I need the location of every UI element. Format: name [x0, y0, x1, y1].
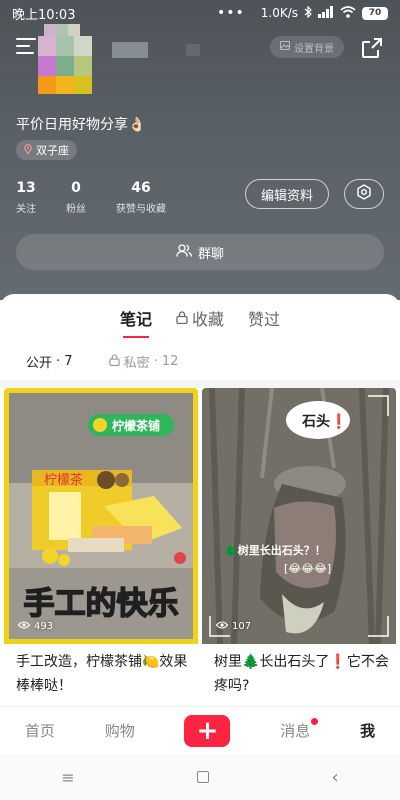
note-title[interactable]: 手工改造，柠檬茶铺🍋效果棒棒哒！: [16, 650, 192, 698]
stat-value: 46: [131, 180, 151, 196]
eye-icon: [215, 621, 229, 632]
eye-icon: [17, 621, 31, 632]
create-post-button[interactable]: +: [184, 714, 231, 747]
stat-label: 关注: [16, 204, 36, 215]
battery-icon: 70: [362, 6, 388, 20]
stat-likes[interactable]: 46 获赞与收藏: [116, 180, 166, 215]
cover-tag: 石头❗: [301, 413, 347, 430]
tab-liked[interactable]: 赞过: [248, 306, 280, 330]
username: [112, 42, 148, 58]
system-nav-bar: ≡ ‹: [0, 754, 400, 800]
bottom-nav: 首页 购物 + 消息 我: [0, 706, 400, 754]
cover-caption: 🌲树里长出石头？！: [224, 543, 326, 557]
home-square-icon[interactable]: [197, 771, 210, 783]
view-count-value: 107: [232, 621, 252, 632]
group-chat-button[interactable]: 群聊: [16, 234, 384, 270]
cover-tag: 柠檬茶铺: [112, 418, 160, 433]
back-arrow-icon[interactable]: ‹: [332, 767, 339, 788]
status-dots: •••: [216, 5, 245, 21]
visibility-filter: 公开 · 7 私密 · 12: [26, 352, 178, 371]
group-chat-label: 群聊: [197, 246, 224, 262]
nav-shop[interactable]: 购物: [105, 720, 135, 741]
filter-label: 公开: [26, 356, 53, 371]
stats: 13 关注 0 粉丝 46 获赞与收藏: [16, 180, 196, 215]
network-speed: 1.0K/s: [260, 6, 298, 20]
wifi-icon: [340, 5, 356, 21]
edit-profile-button[interactable]: 编辑资料: [245, 179, 329, 209]
filter-public[interactable]: 公开 · 7: [26, 352, 73, 371]
cover-caption: 手工的快乐: [24, 586, 179, 622]
view-count: 107: [215, 621, 252, 632]
zodiac-tag: 双子座: [16, 140, 77, 160]
note-title[interactable]: 树里🌲长出石头了❗️它不会疼吗?: [214, 650, 390, 698]
nav-messages-label: 消息: [280, 722, 311, 740]
filter-count: · 7: [56, 354, 73, 369]
tab-label: 赞过: [248, 310, 281, 329]
lock-icon: [108, 353, 120, 370]
avatar[interactable]: [38, 18, 94, 96]
nav-home[interactable]: 首页: [25, 720, 55, 741]
set-background-button[interactable]: 设置背景: [270, 36, 344, 58]
share-icon[interactable]: [360, 36, 384, 60]
username-suffix: [186, 44, 200, 56]
unread-badge: [311, 718, 319, 725]
stat-followers[interactable]: 0 粉丝: [66, 180, 86, 215]
nav-me[interactable]: 我: [360, 720, 375, 741]
stat-following[interactable]: 13 关注: [16, 180, 36, 215]
section-divider: [0, 380, 400, 388]
filter-label: 私密: [123, 356, 150, 371]
tab-label: 笔记: [119, 310, 152, 329]
lock-icon: [176, 309, 188, 328]
stat-value: 0: [71, 180, 81, 196]
tab-collections[interactable]: 收藏: [176, 306, 224, 330]
filter-private[interactable]: 私密 · 12: [108, 352, 179, 371]
location-pin-icon: [24, 143, 32, 157]
stat-label: 获赞与收藏: [116, 204, 166, 215]
note-card[interactable]: 柠檬茶 柠檬茶铺 手工的快乐 493 手工改造，柠檬茶铺🍋效果棒棒哒！: [4, 388, 198, 718]
filter-count: · 12: [153, 354, 179, 369]
nav-messages[interactable]: 消息: [280, 718, 319, 741]
set-background-label: 设置背景: [294, 43, 334, 55]
tab-label: 收藏: [191, 310, 224, 329]
group-icon: [176, 243, 193, 261]
note-cover-image[interactable]: 柠檬茶 柠檬茶铺 手工的快乐 493: [4, 388, 198, 644]
image-icon: [280, 41, 290, 53]
note-cover-image[interactable]: 石头❗ 🌲树里长出石头？！ [😂😂😂] 107: [202, 388, 396, 644]
gear-icon: [356, 184, 372, 204]
bio: 平价日用好物分享👌🏻: [16, 117, 146, 133]
signal-icon: [318, 5, 334, 21]
stat-label: 粉丝: [66, 204, 86, 215]
cover-emoji: [😂😂😂]: [284, 562, 331, 575]
view-count-value: 493: [34, 621, 54, 632]
settings-button[interactable]: [344, 179, 384, 209]
profile-header: 晚上10:03 ••• 1.0K/s 70 设置背景 平价日用好物分享👌🏻 双子…: [0, 0, 400, 300]
stat-value: 13: [16, 180, 36, 196]
menu-icon[interactable]: [16, 38, 36, 56]
note-card[interactable]: 石头❗ 🌲树里长出石头？！ [😂😂😂] 107 树里🌲长出石头了❗️它不会疼吗?: [202, 388, 396, 718]
zodiac-label: 双子座: [36, 144, 69, 157]
svg-text:柠檬茶: 柠檬茶: [44, 472, 83, 488]
recent-apps-icon[interactable]: ≡: [61, 768, 74, 787]
view-count: 493: [17, 621, 54, 632]
tab-notes[interactable]: 笔记: [120, 306, 152, 330]
bluetooth-icon: [304, 5, 312, 21]
main-tabs: 笔记 收藏 赞过: [0, 306, 400, 330]
